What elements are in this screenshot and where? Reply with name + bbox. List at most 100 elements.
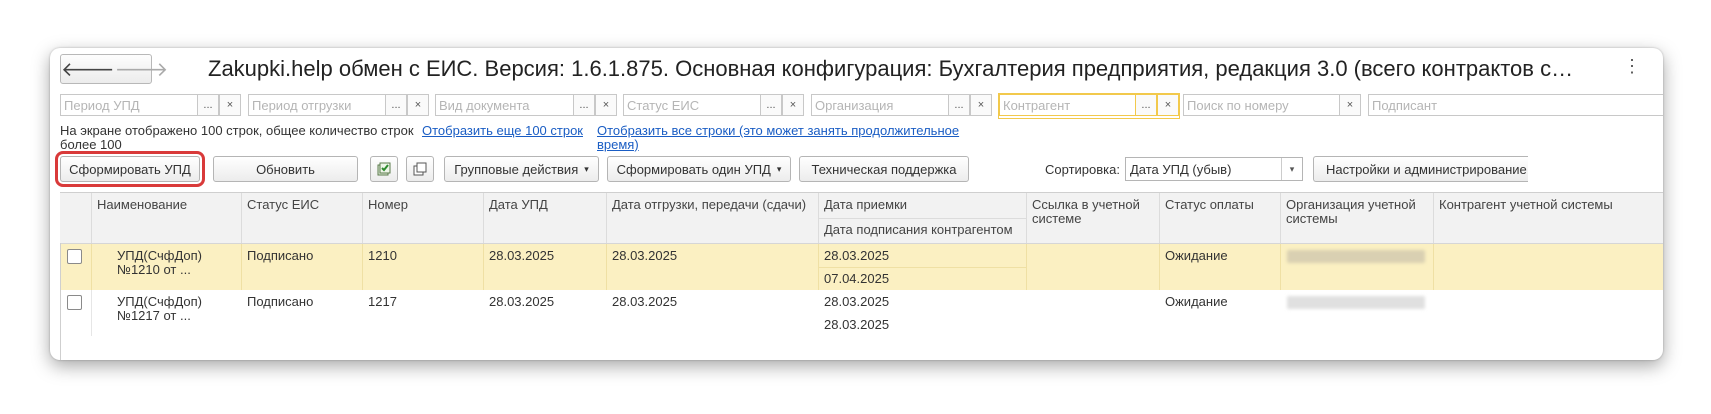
period-upd-clear-icon[interactable]: ×	[219, 94, 241, 116]
app-window: 🡐 🡒 Zakupki.help обмен с ЕИС. Версия: 1.…	[50, 48, 1663, 360]
status-eis-select-button[interactable]: ...	[760, 94, 782, 116]
header-pay-status[interactable]: Статус оплаты	[1160, 193, 1281, 243]
organization-select-button[interactable]: ...	[948, 94, 970, 116]
cell-date-accept: 28.03.2025	[824, 294, 890, 309]
period-ship-select-button[interactable]: ...	[385, 94, 407, 116]
sort-value: Дата УПД (убыв)	[1130, 162, 1232, 177]
header-date-upd[interactable]: Дата УПД	[484, 193, 607, 243]
back-arrow-icon[interactable]: 🡐	[61, 55, 115, 83]
show-more-link[interactable]: Отобразить еще 100 строк	[422, 124, 583, 138]
period-ship-clear-icon[interactable]: ×	[407, 94, 429, 116]
settings-button[interactable]: Настройки и администрирование	[1313, 156, 1528, 182]
table-row[interactable]: УПД(СчфДоп) №1217 от ... Подписано 1217 …	[60, 290, 1663, 336]
cell-date-upd: 28.03.2025	[489, 294, 555, 309]
window-header: 🡐 🡒 Zakupki.help обмен с ЕИС. Версия: 1.…	[50, 48, 1663, 90]
table-header: Наименование Статус ЕИС Номер Дата УПД Д…	[60, 193, 1663, 244]
nav-group: 🡐 🡒	[60, 54, 168, 84]
header-number[interactable]: Номер	[363, 193, 484, 243]
cell-date-ship: 28.03.2025	[612, 294, 678, 309]
cell-date-sign: 28.03.2025	[824, 317, 890, 332]
row-count-info: На экране отображено 100 строк, общее ко…	[60, 123, 414, 152]
checklist-icon	[377, 162, 391, 176]
signer-input[interactable]: Подписант	[1368, 94, 1663, 116]
filter-search-number: Поиск по номеру ×	[1183, 94, 1361, 118]
doc-type-select-button[interactable]: ...	[573, 94, 595, 116]
filter-status-eis: Статус ЕИС ... ×	[623, 94, 804, 118]
organization-input[interactable]: Организация	[811, 94, 948, 116]
redacted-blur	[1287, 296, 1425, 309]
header-date-accept[interactable]: Дата приемки	[824, 198, 907, 212]
cell-date-sign: 07.04.2025	[824, 271, 890, 286]
redacted-blur	[1287, 250, 1425, 263]
cell-link	[1027, 290, 1160, 336]
refresh-button[interactable]: Обновить	[213, 156, 358, 182]
check-all-icon[interactable]	[370, 156, 398, 182]
window-title: Zakupki.help обмен с ЕИС. Версия: 1.6.1.…	[208, 56, 1574, 81]
status-eis-clear-icon[interactable]: ×	[782, 94, 804, 116]
contractor-clear-icon[interactable]: ×	[1157, 94, 1179, 116]
header-date-sign[interactable]: Дата подписания контрагентом	[824, 223, 1013, 237]
cell-number: 1217	[368, 294, 397, 309]
cell-org-redacted	[1281, 290, 1434, 336]
form-upd-button[interactable]: Сформировать УПД	[55, 151, 205, 187]
cell-name: УПД(СчфДоп) №1210 от ...	[92, 244, 242, 290]
chevron-down-icon: ▾	[776, 163, 782, 174]
cell-date-accept: 28.03.2025	[824, 248, 890, 263]
row-checkbox-cell	[60, 244, 92, 290]
row-checkbox-cell	[60, 290, 92, 336]
cell-name: УПД(СчфДоп) №1217 от ...	[117, 294, 202, 323]
copy-icon[interactable]	[406, 156, 434, 182]
row-checkbox[interactable]	[67, 295, 82, 310]
header-org[interactable]: Организация учетной системы	[1281, 193, 1434, 243]
filter-doc-type: Вид документа ... ×	[435, 94, 617, 118]
toolbar: Сформировать УПД Обновить Групповые дейс…	[55, 151, 1663, 187]
filter-organization: Организация ... ×	[811, 94, 992, 118]
forward-arrow-icon[interactable]: 🡒	[115, 55, 169, 83]
period-upd-input[interactable]: Период УПД	[60, 94, 197, 116]
row-checkbox[interactable]	[67, 249, 82, 264]
organization-clear-icon[interactable]: ×	[970, 94, 992, 116]
chevron-down-icon[interactable]: ▾	[1281, 158, 1302, 180]
header-status-eis[interactable]: Статус ЕИС	[242, 193, 363, 243]
header-dates-group: Дата приемки Дата подписания контрагенто…	[819, 193, 1027, 243]
copy-glyph-icon	[413, 162, 427, 176]
more-menu-icon[interactable]: ⋮	[1623, 56, 1641, 77]
contractor-input[interactable]: Контрагент	[999, 94, 1135, 116]
table-row[interactable]: УПД(СчфДоп) №1210 от ... Подписано 1210 …	[60, 244, 1663, 290]
contractor-select-button[interactable]: ...	[1135, 94, 1157, 116]
search-number-input[interactable]: Поиск по номеру	[1183, 94, 1339, 116]
cell-status-eis: Подписано	[242, 244, 363, 290]
show-all-link[interactable]: Отобразить все строки (это может занять …	[597, 124, 977, 152]
cell-dates: 28.03.2025 07.04.2025	[819, 244, 1027, 290]
sort-select[interactable]: Дата УПД (убыв) ▾	[1125, 157, 1303, 181]
period-ship-input[interactable]: Период отгрузки	[248, 94, 385, 116]
cell-date-upd: 28.03.2025	[484, 244, 607, 290]
filter-period-upd: Период УПД ... ×	[60, 94, 241, 118]
filter-period-ship: Период отгрузки ... ×	[248, 94, 429, 118]
header-link[interactable]: Ссылка в учетной системе	[1027, 193, 1160, 243]
form-one-upd-button[interactable]: Сформировать один УПД ▾	[607, 156, 791, 182]
doc-type-input[interactable]: Вид документа	[435, 94, 573, 116]
cell-number: 1210	[363, 244, 484, 290]
cell-pay-status: Ожидание	[1160, 244, 1281, 290]
status-eis-input[interactable]: Статус ЕИС	[623, 94, 760, 116]
cell-contractor	[1434, 244, 1663, 290]
cell-org-redacted	[1281, 244, 1434, 290]
cell-status-eis: Подписано	[247, 294, 314, 309]
header-checkbox-col	[60, 193, 92, 243]
filter-bar: Период УПД ... × Период отгрузки ... × В…	[60, 93, 1663, 120]
cell-link	[1027, 244, 1160, 290]
filter-contractor: Контрагент ... ×	[998, 93, 1180, 119]
support-button[interactable]: Техническая поддержка	[799, 156, 969, 182]
upd-table: Наименование Статус ЕИС Номер Дата УПД Д…	[60, 192, 1663, 360]
sort-label: Сортировка:	[1045, 162, 1120, 177]
doc-type-clear-icon[interactable]: ×	[595, 94, 617, 116]
header-name[interactable]: Наименование	[92, 193, 242, 243]
group-actions-label: Групповые действия	[454, 161, 579, 177]
period-upd-select-button[interactable]: ...	[197, 94, 219, 116]
header-contractor[interactable]: Контрагент учетной системы	[1434, 193, 1663, 243]
group-actions-button[interactable]: Групповые действия ▾	[444, 156, 599, 182]
chevron-down-icon: ▾	[584, 163, 589, 174]
search-number-clear-icon[interactable]: ×	[1339, 94, 1361, 116]
header-date-ship[interactable]: Дата отгрузки, передачи (сдачи)	[607, 193, 819, 243]
